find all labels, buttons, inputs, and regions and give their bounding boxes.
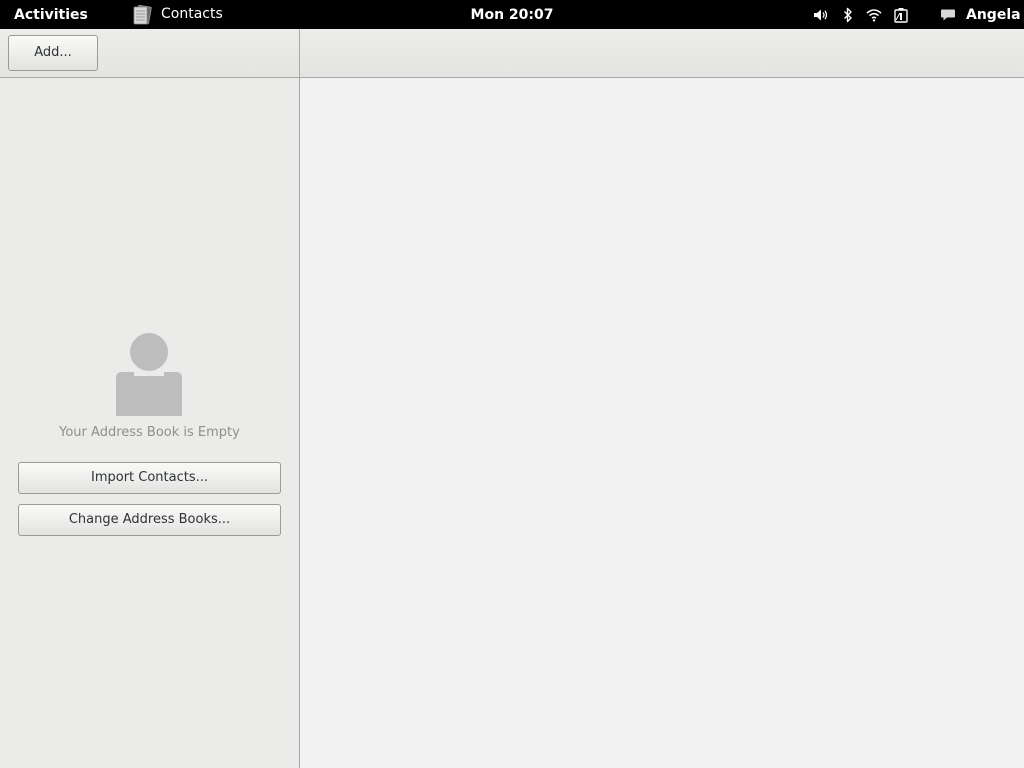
import-contacts-button[interactable]: Import Contacts...	[18, 462, 281, 494]
sidebar-header: Add...	[0, 29, 300, 78]
chat-icon[interactable]	[939, 0, 957, 29]
add-contact-button[interactable]: Add...	[8, 35, 98, 71]
empty-address-book-message: Your Address Book is Empty	[59, 425, 240, 440]
top-bar: Activities Contacts Mon 20:07 Angela	[0, 0, 1024, 29]
app-menu-label: Contacts	[161, 5, 223, 22]
wifi-icon[interactable]	[865, 0, 883, 29]
contacts-app-icon	[131, 3, 153, 27]
volume-icon[interactable]	[812, 0, 830, 29]
bluetooth-icon[interactable]	[840, 0, 856, 29]
clock[interactable]: Mon 20:07	[471, 7, 554, 23]
contacts-window: Add... Your Address Book is Empty Import…	[0, 29, 1024, 768]
person-placeholder-icon	[116, 332, 182, 416]
activities-button[interactable]: Activities	[14, 7, 88, 23]
contacts-sidebar: Your Address Book is Empty Import Contac…	[0, 78, 300, 768]
app-menu[interactable]: Contacts	[131, 0, 223, 29]
user-menu[interactable]: Angela	[966, 7, 1021, 23]
battery-icon[interactable]	[892, 0, 910, 29]
contact-details-pane	[300, 78, 1024, 768]
content-header	[300, 29, 1024, 78]
change-address-books-button[interactable]: Change Address Books...	[18, 504, 281, 536]
